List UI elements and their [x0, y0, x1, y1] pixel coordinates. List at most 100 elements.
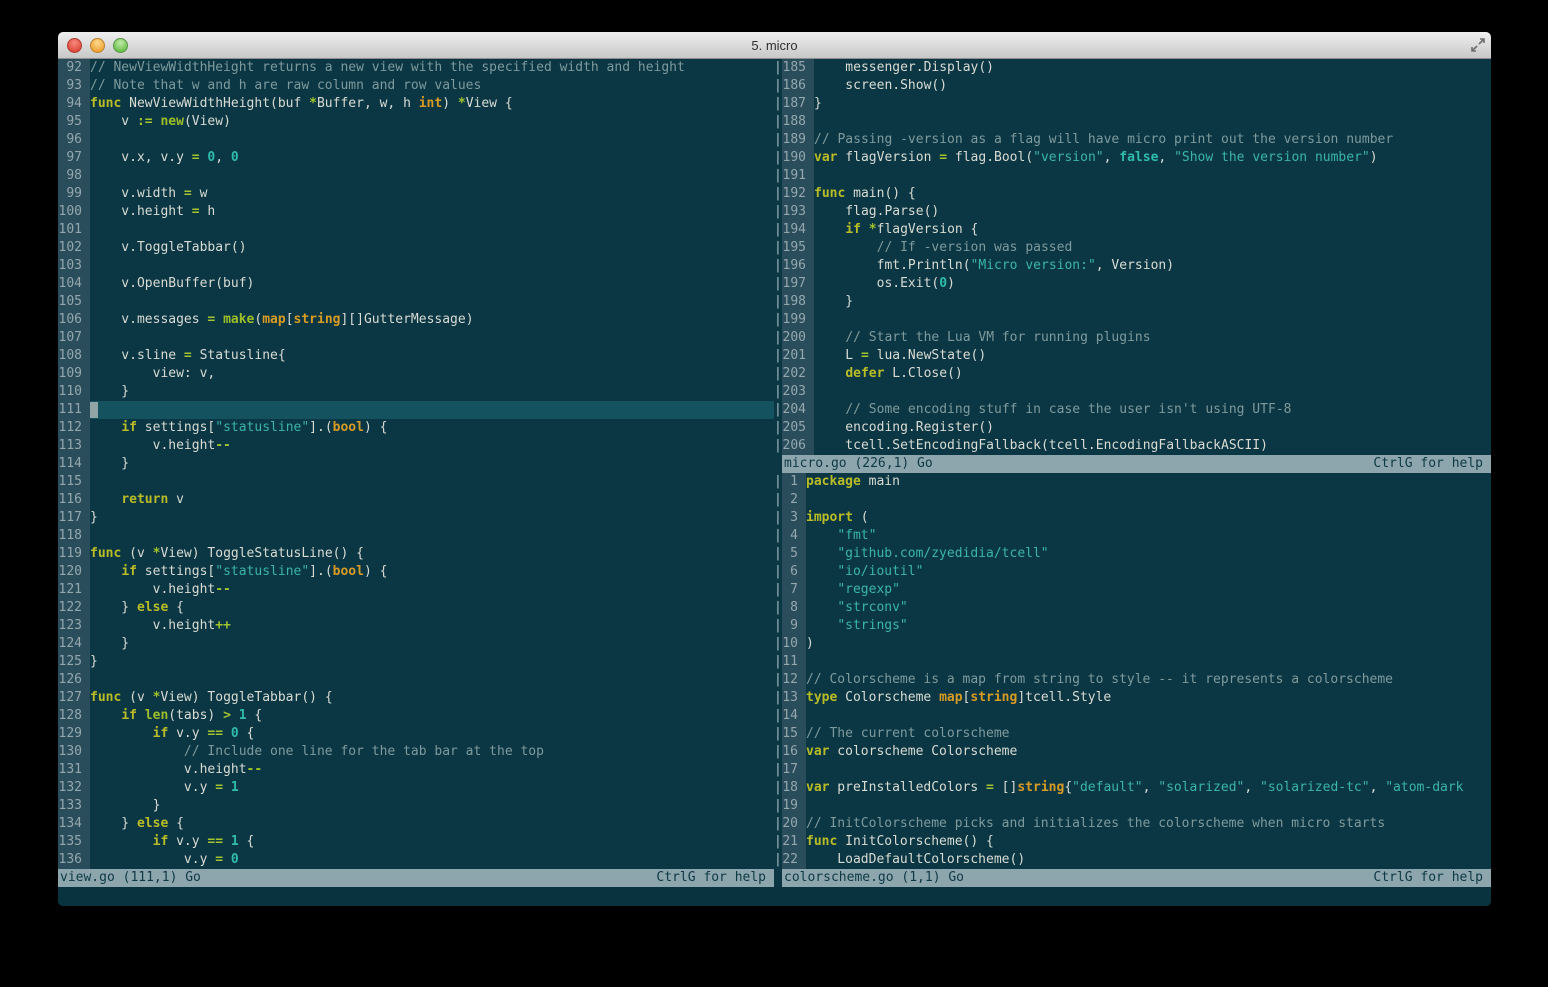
pane-view-go[interactable]: 92// NewViewWidthHeight returns a new vi… [58, 59, 774, 869]
code-line[interactable]: | 2 [774, 491, 1491, 509]
code-line[interactable]: | 197 os.Exit(0) [774, 275, 1491, 293]
code-line[interactable]: | 186 screen.Show() [774, 77, 1491, 95]
code-line[interactable]: 120 if settings["statusline"].(bool) { [58, 563, 774, 581]
code-line[interactable]: | 205 encoding.Register() [774, 419, 1491, 437]
code-line[interactable]: 95 v := new(View) [58, 113, 774, 131]
code-line[interactable]: 99 v.width = w [58, 185, 774, 203]
code-line[interactable]: 114 } [58, 455, 774, 473]
code-line[interactable]: 126 [58, 671, 774, 689]
code-line[interactable]: 122 } else { [58, 599, 774, 617]
code-line[interactable]: 121 v.height-- [58, 581, 774, 599]
code-line[interactable]: 103 [58, 257, 774, 275]
code-line[interactable]: 123 v.height++ [58, 617, 774, 635]
code-line[interactable]: | 7 "regexp" [774, 581, 1491, 599]
code-line[interactable]: 115 [58, 473, 774, 491]
code-line[interactable]: | 206 tcell.SetEncodingFallback(tcell.Enc… [774, 437, 1491, 455]
code-line[interactable]: | 18 var preInstalledColors = []string{"de… [774, 779, 1491, 797]
code-line[interactable]: | 192 func main() { [774, 185, 1491, 203]
code-line[interactable]: | 189// Passing -version as a flag will h… [774, 131, 1491, 149]
code-line[interactable]: | 188 [774, 113, 1491, 131]
code-line[interactable]: | 13 type Colorscheme map[string]tcell.Sty… [774, 689, 1491, 707]
code-line[interactable]: 105 [58, 293, 774, 311]
code-line[interactable]: 125} [58, 653, 774, 671]
code-line[interactable]: 118 [58, 527, 774, 545]
code-line[interactable]: 117} [58, 509, 774, 527]
code-line[interactable]: 110 } [58, 383, 774, 401]
code-line[interactable]: | 9 "strings" [774, 617, 1491, 635]
code-line[interactable]: | 195 // If -version was passed [774, 239, 1491, 257]
code-line[interactable]: | 4 "fmt" [774, 527, 1491, 545]
code-line[interactable]: | 190 var flagVersion = flag.Bool("version… [774, 149, 1491, 167]
code-line[interactable]: 134 } else { [58, 815, 774, 833]
code-line[interactable]: | 22 LoadDefaultColorscheme() [774, 851, 1491, 869]
code-line[interactable]: | 19 [774, 797, 1491, 815]
code-line[interactable]: | 200 // Start the Lua VM for running plu… [774, 329, 1491, 347]
resize-icon[interactable] [1470, 37, 1486, 53]
code-line[interactable]: | 3 import ( [774, 509, 1491, 527]
code-line[interactable]: 109 view: v, [58, 365, 774, 383]
code-line[interactable]: | 193 flag.Parse() [774, 203, 1491, 221]
code-line[interactable]: 108 v.sline = Statusline{ [58, 347, 774, 365]
code-line[interactable]: | 198 } [774, 293, 1491, 311]
code-line[interactable]: 119 func (v *View) ToggleStatusLine() { [58, 545, 774, 563]
code-line[interactable]: | 16 var colorscheme Colorscheme [774, 743, 1491, 761]
code-line[interactable]: 130 // Include one line for the tab bar … [58, 743, 774, 761]
code-line[interactable]: | 14 [774, 707, 1491, 725]
code-line[interactable]: 106 v.messages = make(map[string][]Gutte… [58, 311, 774, 329]
code-line[interactable]: | 20// InitColorscheme picks and initiali… [774, 815, 1491, 833]
code-line[interactable]: | 191 [774, 167, 1491, 185]
pane-micro-go[interactable]: | 185 messenger.Display() | 186 screen.Show… [774, 59, 1491, 455]
zoom-button[interactable] [113, 37, 128, 53]
code-line[interactable]: 102 v.ToggleTabbar() [58, 239, 774, 257]
code-line[interactable]: | 21 func InitColorscheme() { [774, 833, 1491, 851]
pane-colorscheme-go[interactable]: | 1 package main | 2 | 3 import (| 4 "fmt" | 5 "gi… [774, 473, 1491, 869]
code-line[interactable]: 112 if settings["statusline"].(bool) { [58, 419, 774, 437]
code-line[interactable]: | 194 if *flagVersion { [774, 221, 1491, 239]
code-line[interactable]: | 204 // Some encoding stuff in case the … [774, 401, 1491, 419]
code-line[interactable]: 131 v.height-- [58, 761, 774, 779]
code-line[interactable]: 107 [58, 329, 774, 347]
code-line[interactable]: 111 [58, 401, 774, 419]
code-line[interactable]: 98 [58, 167, 774, 185]
code-line[interactable]: 100 v.height = h [58, 203, 774, 221]
code-line[interactable]: 127 func (v *View) ToggleTabbar() { [58, 689, 774, 707]
code-line[interactable]: | 1 package main [774, 473, 1491, 491]
code-line[interactable]: 97 v.x, v.y = 0, 0 [58, 149, 774, 167]
code-line[interactable]: | 8 "strconv" [774, 599, 1491, 617]
window-titlebar[interactable]: 5. micro [58, 32, 1491, 59]
command-message-bar[interactable] [58, 887, 1491, 906]
code-line[interactable]: | 187} [774, 95, 1491, 113]
code-line[interactable]: | 10) [774, 635, 1491, 653]
code-line[interactable]: | 17 [774, 761, 1491, 779]
code-line[interactable]: | 185 messenger.Display() [774, 59, 1491, 77]
code-line[interactable]: | 202 defer L.Close() [774, 365, 1491, 383]
code-line[interactable]: 94 func NewViewWidthHeight(buf *Buffer, w… [58, 95, 774, 113]
code-line[interactable]: | 12// Colorscheme is a map from string t… [774, 671, 1491, 689]
code-line[interactable]: 124 } [58, 635, 774, 653]
code-line[interactable]: 96 [58, 131, 774, 149]
split-divider: | [774, 222, 782, 237]
code-line[interactable]: | 196 fmt.Println("Micro version:", Versi… [774, 257, 1491, 275]
code-line[interactable]: | 6 "io/ioutil" [774, 563, 1491, 581]
code-line[interactable]: 129 if v.y == 0 { [58, 725, 774, 743]
code-line[interactable]: 92// NewViewWidthHeight returns a new vi… [58, 59, 774, 77]
code-line[interactable]: 133 } [58, 797, 774, 815]
code-line[interactable]: 135 if v.y == 1 { [58, 833, 774, 851]
code-line[interactable]: | 199 [774, 311, 1491, 329]
code-line[interactable]: | 203 [774, 383, 1491, 401]
close-button[interactable] [67, 37, 82, 53]
minimize-button[interactable] [90, 37, 105, 53]
code-line[interactable]: 136 v.y = 0 [58, 851, 774, 869]
code-line[interactable]: 93// Note that w and h are raw column an… [58, 77, 774, 95]
code-line[interactable]: 101 [58, 221, 774, 239]
code-line[interactable]: 116 return v [58, 491, 774, 509]
code-line[interactable]: 113 v.height-- [58, 437, 774, 455]
code-text: func (v *View) ToggleTabbar() { [90, 690, 333, 705]
code-line[interactable]: 132 v.y = 1 [58, 779, 774, 797]
code-line[interactable]: | 5 "github.com/zyedidia/tcell" [774, 545, 1491, 563]
code-line[interactable]: 104 v.OpenBuffer(buf) [58, 275, 774, 293]
code-line[interactable]: | 11 [774, 653, 1491, 671]
code-line[interactable]: | 201 L = lua.NewState() [774, 347, 1491, 365]
code-line[interactable]: 128 if len(tabs) > 1 { [58, 707, 774, 725]
code-line[interactable]: | 15// The current colorscheme [774, 725, 1491, 743]
